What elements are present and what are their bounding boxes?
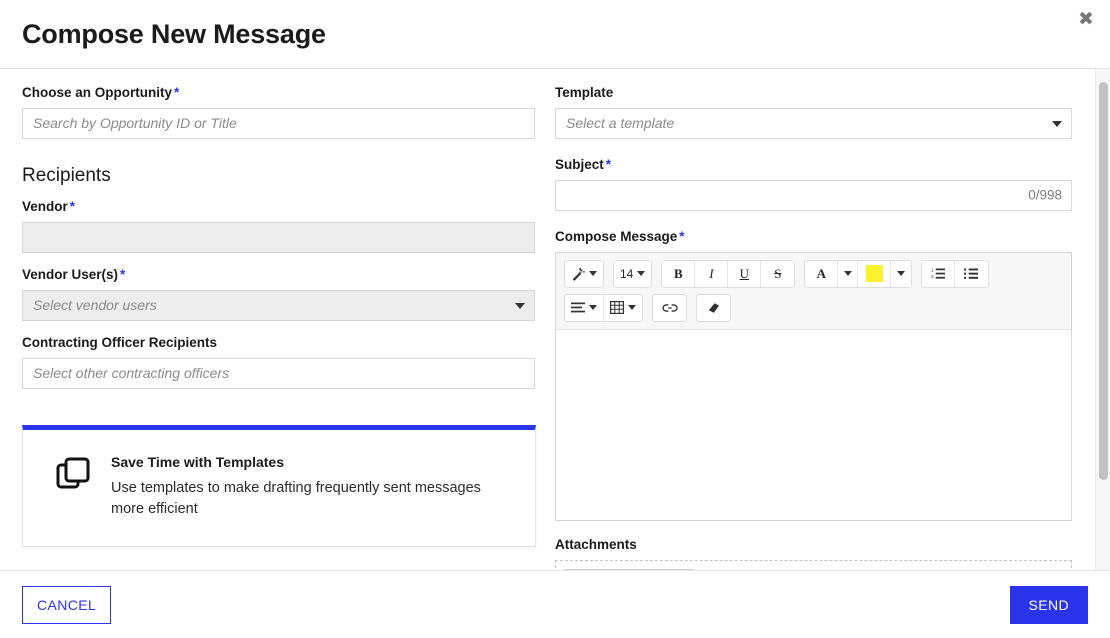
align-icon[interactable]: [565, 294, 604, 321]
chevron-down-icon: [637, 271, 646, 277]
toolbar-group-link: [652, 293, 687, 322]
toolbar-group-colors: A: [804, 259, 913, 288]
compose-message-label: Compose Message *: [555, 229, 1072, 246]
required-asterisk: *: [120, 266, 126, 282]
table-icon[interactable]: [604, 294, 642, 321]
vendor-label-text: Vendor: [22, 198, 68, 214]
rich-text-editor: 14 B I U S A 1 2: [555, 251, 1072, 521]
required-asterisk: *: [174, 85, 180, 100]
toolbar-group-cleanup: [564, 259, 604, 288]
message-body-editable[interactable]: [556, 329, 1071, 520]
font-size-select[interactable]: 14: [614, 260, 652, 287]
right-column: Template Select a template Subject * 0/99…: [547, 69, 1094, 570]
attachments-dropzone[interactable]: [555, 559, 1072, 570]
editor-toolbar: 14 B I U S A 1 2: [556, 252, 1071, 330]
page-title: Compose New Message: [22, 18, 326, 49]
editor-toolbar-row-2: [564, 293, 1063, 322]
modal-body: Choose an Opportunity* Recipients Vendor…: [0, 69, 1110, 570]
vendor-field: [22, 221, 535, 253]
subject-label-text: Subject: [555, 156, 604, 172]
templates-promo-card: Save Time with Templates Use templates t…: [22, 424, 536, 547]
highlight-swatch-color: [865, 265, 883, 283]
body-scrollbar-track[interactable]: [1095, 69, 1110, 570]
template-label: Template: [555, 85, 614, 100]
font-size-value: 14: [620, 266, 634, 281]
highlight-color-swatch[interactable]: [858, 260, 892, 287]
chevron-down-icon: [589, 305, 597, 311]
left-column: Choose an Opportunity* Recipients Vendor…: [0, 69, 547, 570]
body-scrollbar-thumb[interactable]: [1099, 82, 1108, 480]
strikethrough-icon[interactable]: S: [761, 260, 795, 287]
opportunity-label-text: Choose an Opportunity: [22, 85, 172, 100]
svg-text:2: 2: [931, 274, 934, 279]
recipients-heading: Recipients: [22, 164, 111, 186]
vendor-users-select[interactable]: Select vendor users: [22, 289, 535, 321]
template-select[interactable]: Select a template: [555, 107, 1072, 139]
templates-promo-title: Save Time with Templates: [111, 453, 284, 470]
chevron-down-icon: [589, 271, 597, 277]
toolbar-group-align-table: [564, 293, 643, 322]
ordered-list-icon[interactable]: 1 2: [922, 260, 956, 287]
magic-wand-icon[interactable]: [565, 260, 603, 287]
templates-promo-description: Use templates to make drafting frequentl…: [111, 479, 481, 517]
text-color-icon[interactable]: A: [805, 260, 839, 287]
contracting-officers-label: Contracting Officer Recipients: [22, 334, 218, 350]
vendor-users-label: Vendor User(s) *: [22, 267, 535, 284]
close-icon[interactable]: ✖: [1072, 5, 1100, 33]
toolbar-group-font-size: 14: [613, 259, 653, 288]
chevron-down-icon: [843, 271, 852, 277]
opportunity-label: Choose an Opportunity *: [22, 85, 535, 102]
attachments-browse-button[interactable]: [564, 568, 694, 570]
bold-icon[interactable]: B: [662, 260, 696, 287]
chevron-down-icon: [515, 303, 525, 310]
link-icon[interactable]: [653, 294, 686, 321]
eraser-icon[interactable]: [697, 294, 730, 321]
subject-input[interactable]: [555, 179, 1072, 211]
underline-icon[interactable]: U: [728, 260, 762, 287]
svg-text:1: 1: [931, 268, 934, 273]
templates-promo-text: Save Time with Templates Use templates t…: [111, 454, 501, 520]
unordered-list-icon[interactable]: [955, 260, 989, 287]
highlight-color-dropdown[interactable]: [891, 260, 912, 287]
chevron-down-icon: [1052, 121, 1062, 128]
toolbar-group-text-style: B I U S: [661, 259, 796, 288]
required-asterisk: *: [605, 156, 612, 172]
text-color-dropdown[interactable]: [838, 260, 859, 287]
modal-footer: CANCEL SEND: [0, 570, 1110, 638]
editor-toolbar-row-1: 14 B I U S A 1 2: [564, 259, 1063, 288]
required-asterisk: *: [69, 198, 76, 214]
required-asterisk: *: [679, 228, 685, 244]
italic-icon[interactable]: I: [695, 260, 729, 287]
subject-field-wrapper: 0/998: [555, 179, 1072, 211]
vendor-users-label-text: Vendor User(s): [22, 266, 119, 282]
opportunity-search-input[interactable]: [22, 107, 535, 139]
compose-message-modal: Compose New Message ✖ Choose an Opportun…: [0, 0, 1110, 638]
subject-label: Subject *: [555, 157, 1072, 174]
contracting-officers-input[interactable]: [22, 357, 535, 389]
toolbar-group-lists: 1 2: [921, 259, 990, 288]
template-placeholder: Select a template: [566, 115, 675, 132]
vendor-label: Vendor *: [22, 199, 535, 216]
chevron-down-icon: [628, 305, 636, 311]
copy-icon: [55, 456, 91, 497]
toolbar-group-eraser: [696, 293, 731, 322]
vendor-users-placeholder: Select vendor users: [33, 297, 157, 314]
modal-header: Compose New Message ✖: [0, 0, 1110, 69]
attachments-label: Attachments: [555, 536, 637, 552]
chevron-down-icon: [897, 271, 906, 277]
compose-message-label-text: Compose Message: [555, 228, 678, 244]
form-columns: Choose an Opportunity* Recipients Vendor…: [0, 69, 1094, 570]
cancel-button[interactable]: CANCEL: [22, 585, 112, 624]
send-button[interactable]: SEND: [1009, 585, 1088, 624]
